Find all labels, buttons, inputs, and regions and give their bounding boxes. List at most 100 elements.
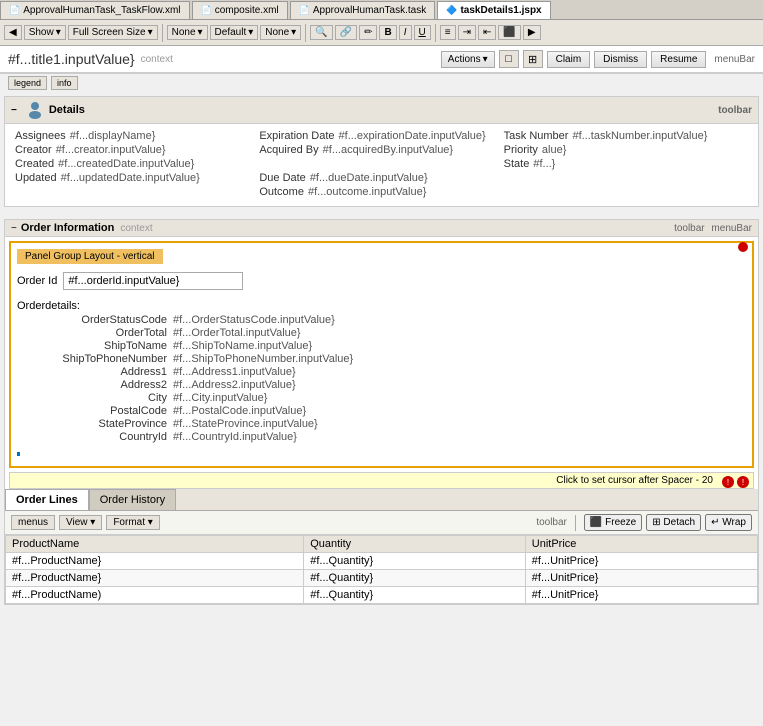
ship-to-phone-row: ShipToPhoneNumber #f...ShipToPhoneNumber… [37,353,746,365]
details-row-2: Creator #f...creator.inputValue} Acquire… [15,144,748,158]
task-number-row: Task Number #f...taskNumber.inputValue} [504,130,748,142]
order-context-label: context [120,223,152,234]
spacer-red-icon2[interactable]: ! [737,476,749,488]
layout-btn1[interactable]: □ [499,50,519,68]
col-unit-price: UnitPrice [525,536,757,553]
info-button[interactable]: info [51,76,78,90]
claim-button[interactable]: Claim [547,51,591,68]
collapse-order-button[interactable]: − [11,223,17,234]
country-id-row: CountryId #f...CountryId.inputValue} [37,431,746,443]
updated-label: Updated [15,172,57,184]
outdent-button[interactable]: ⇤ [478,25,496,40]
panel-group: Panel Group Layout - vertical Order Id O… [9,241,754,468]
show-button[interactable]: Show ▾ [24,25,66,40]
spacer-red-icon1[interactable]: ! [722,476,734,488]
task-number-value: #f...taskNumber.inputValue} [572,130,707,142]
underline-button[interactable]: U [414,25,431,40]
ship-to-name-value: #f...ShipToName.inputValue} [173,340,312,352]
table-toolbar: menus View ▾ Format ▾ toolbar ⬛ Freeze ⊞… [5,511,758,535]
panel-group-label: Panel Group Layout - vertical [17,249,163,264]
order-fields-table: OrderStatusCode #f...OrderStatusCode.inp… [17,314,746,443]
italic-button[interactable]: I [399,25,412,40]
list-button[interactable]: ≡ [440,25,456,40]
detach-button[interactable]: ⊞ Detach [646,514,701,531]
spacer-indicator-bar[interactable]: Click to set cursor after Spacer - 20 ! … [9,472,754,489]
city-label: City [37,392,167,404]
person-icon [25,100,45,120]
details-row-4: Updated #f...updatedDate.inputValue} Due… [15,172,748,186]
order-total-label: OrderTotal [37,327,167,339]
insert-button[interactable]: ✏ [359,25,377,40]
details-body: Assignees #f...displayName} Expiration D… [5,124,758,206]
order-details-section: Orderdetails: OrderStatusCode #f...Order… [17,296,746,448]
menus-button[interactable]: menus [11,515,55,530]
layout-btn2[interactable]: ⊞ [523,50,543,68]
link-button[interactable]: 🔗 [335,25,357,40]
postal-code-row: PostalCode #f...PostalCode.inputValue} [37,405,746,417]
tab-order-lines[interactable]: Order Lines [5,489,89,510]
created-row: Created #f...createdDate.inputValue} [15,158,259,170]
actions-dropdown[interactable]: Actions ▾ [441,51,495,68]
order-total-value: #f...OrderTotal.inputValue} [173,327,301,339]
price-cell-3: #f...UnitPrice} [525,587,757,604]
updated-value: #f...updatedDate.inputValue} [61,172,200,184]
acquired-by-label: Acquired By [259,144,318,156]
ship-to-name-row: ShipToName #f...ShipToName.inputValue} [37,340,746,352]
none-dropdown1[interactable]: None ▾ [167,25,208,40]
default-dropdown[interactable]: Default ▾ [210,25,259,40]
assignees-value: #f...displayName} [70,130,156,142]
order-status-label: OrderStatusCode [37,314,167,326]
spacer-indicator-text: Click to set cursor after Spacer - 20 [556,475,713,486]
due-date-value: #f...dueDate.inputValue} [310,172,428,184]
table-header-row: ProductName Quantity UnitPrice [6,536,758,553]
assignees-label: Assignees [15,130,66,142]
legend-info-row: legend info [0,74,763,92]
updated-row: Updated #f...updatedDate.inputValue} [15,172,259,184]
order-toolbar-label: toolbar menuBar [674,223,752,234]
city-value: #f...City.inputValue} [173,392,267,404]
tab-composite[interactable]: 📄 composite.xml [192,1,288,19]
order-info-header: − Order Information context toolbar menu… [5,220,758,237]
country-id-label: CountryId [37,431,167,443]
bold-button[interactable]: B [379,25,396,40]
details-section: − Details toolbar Assignees #f...display… [4,96,759,207]
state-province-value: #f...StateProvince.inputValue} [173,418,318,430]
freeze-button[interactable]: ⬛ Freeze [584,514,642,531]
fullscreen-button[interactable]: Full Screen Size ▾ [68,25,158,40]
find-button[interactable]: 🔍 [310,25,332,40]
dismiss-button[interactable]: Dismiss [594,51,647,68]
more-button[interactable]: ▶ [523,25,541,40]
collapse-details-button[interactable]: − [11,105,17,116]
details-header: − Details toolbar [5,97,758,124]
order-id-row: Order Id [17,270,746,292]
tab-taskdetails[interactable]: 🔷 taskDetails1.jspx [437,1,550,19]
view-button[interactable]: View ▾ [59,515,102,530]
wrap-icon: ↵ [711,517,719,528]
tab-order-history[interactable]: Order History [89,489,176,510]
context-label: context [141,54,173,65]
align-left-button[interactable]: ⬛ [498,25,520,40]
address2-label: Address2 [37,379,167,391]
tab-taskflow[interactable]: 📄 ApprovalHumanTask_TaskFlow.xml [0,1,190,19]
order-id-input[interactable] [63,272,243,290]
taskflow-icon: 📄 [9,5,20,16]
tab-humantask[interactable]: 📄 ApprovalHumanTask.task [290,1,436,19]
outcome-label: Outcome [259,186,304,198]
assignees-row: Assignees #f...displayName} [15,130,259,142]
resume-button[interactable]: Resume [651,51,706,68]
spacer-line [17,452,746,456]
none-dropdown2[interactable]: None ▾ [260,25,301,40]
state-value: #f...} [533,158,555,170]
toolbar-sep2 [305,24,306,42]
legend-button[interactable]: legend [8,76,47,90]
spacer-icons-group: ! ! [722,476,749,488]
format-button[interactable]: Format ▾ [106,515,159,530]
ship-to-name-label: ShipToName [37,340,167,352]
postal-code-value: #f...PostalCode.inputValue} [173,405,306,417]
indent-button[interactable]: ⇥ [458,25,476,40]
header-actions: Actions ▾ □ ⊞ Claim Dismiss Resume menuB… [441,50,755,68]
nav-back-button[interactable]: ◀ [4,25,22,40]
acquired-by-value: #f...acquiredBy.inputValue} [323,144,453,156]
due-date-label: Due Date [259,172,305,184]
wrap-button[interactable]: ↵ Wrap [705,514,752,531]
